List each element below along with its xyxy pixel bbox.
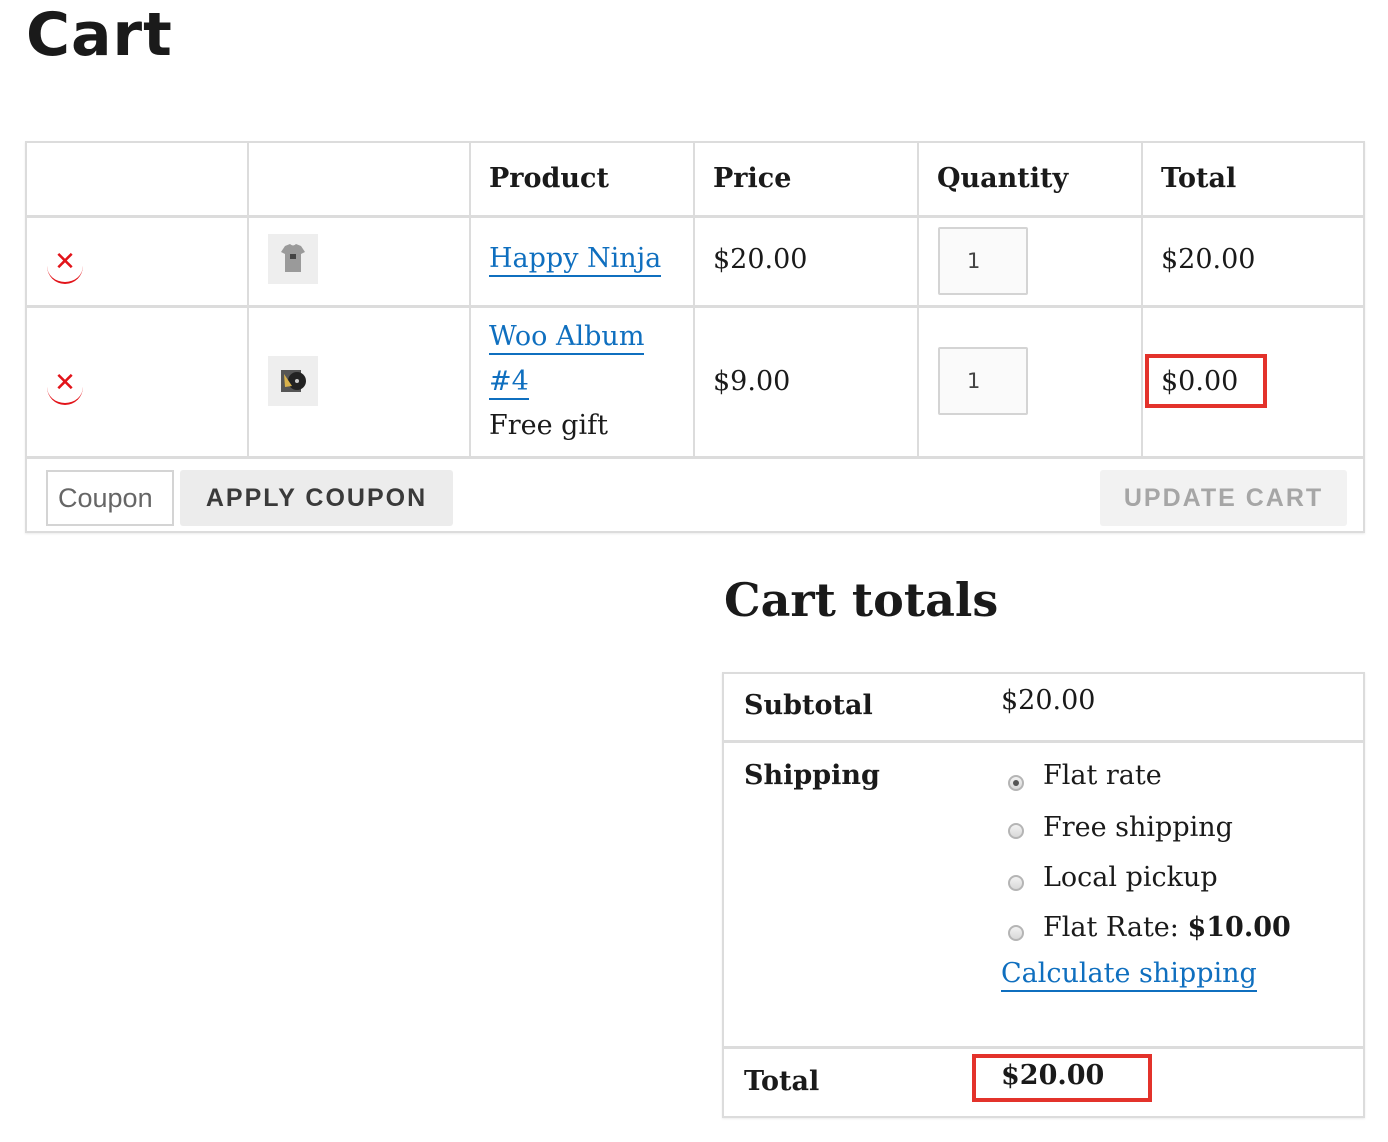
- cart-totals-table: Subtotal $20.00 Shipping Flat rate Free …: [722, 672, 1365, 1118]
- remove-item-close-icon[interactable]: ✕: [47, 248, 83, 284]
- column-divider: [469, 143, 471, 459]
- row-divider: [724, 740, 1363, 743]
- column-divider: [693, 143, 695, 459]
- shipping-option-price: $10.00: [1187, 912, 1291, 943]
- highlight-box: [972, 1054, 1152, 1102]
- page-title: Cart: [26, 0, 173, 70]
- highlight-box: [1145, 354, 1267, 408]
- cart-totals-title: Cart totals: [724, 573, 999, 627]
- shipping-option-name: Flat Rate:: [1043, 912, 1179, 943]
- remove-item-close-icon[interactable]: ✕: [47, 369, 83, 405]
- price-value: $9.00: [713, 366, 791, 397]
- shipping-option-label[interactable]: Flat rate: [1043, 760, 1162, 792]
- product-link-woo-album-4[interactable]: Woo Album: [489, 321, 645, 355]
- tshirt-thumbnail[interactable]: [268, 234, 318, 284]
- coupon-input[interactable]: Coupon: [46, 470, 174, 526]
- free-gift-note: Free gift: [489, 410, 608, 441]
- column-divider: [247, 143, 249, 459]
- total-label: Total: [744, 1066, 820, 1097]
- column-divider: [1141, 143, 1143, 459]
- row-divider: [27, 215, 1363, 218]
- subtotal-value: $20.00: [1001, 685, 1096, 716]
- shipping-option-label[interactable]: Free shipping: [1043, 812, 1233, 844]
- shipping-option-label[interactable]: Flat Rate: $10.00: [1043, 912, 1291, 944]
- column-divider: [917, 143, 919, 459]
- shipping-label: Shipping: [744, 760, 880, 791]
- subtotal-label: Subtotal: [744, 690, 873, 721]
- shipping-option-label[interactable]: Local pickup: [1043, 862, 1218, 894]
- row-divider: [27, 456, 1363, 459]
- album-thumbnail[interactable]: [268, 356, 318, 406]
- tshirt-icon: [281, 244, 305, 272]
- shipping-radio-local-pickup[interactable]: [1008, 875, 1024, 891]
- shipping-radio-free-shipping[interactable]: [1008, 823, 1024, 839]
- product-link-happy-ninja[interactable]: Happy Ninja: [489, 243, 662, 277]
- product-link-woo-album-4-line2[interactable]: #4: [489, 366, 529, 400]
- row-divider: [27, 305, 1363, 308]
- apply-coupon-button[interactable]: APPLY COUPON: [180, 470, 453, 526]
- shipping-radio-flat-rate[interactable]: [1008, 775, 1024, 791]
- row-divider: [724, 1046, 1363, 1049]
- quantity-input[interactable]: 1: [938, 347, 1028, 415]
- header-price: Price: [713, 163, 792, 194]
- price-value: $20.00: [713, 244, 808, 275]
- quantity-input[interactable]: 1: [938, 227, 1028, 295]
- shipping-radio-flat-rate-10[interactable]: [1008, 925, 1024, 941]
- header-product: Product: [489, 163, 609, 194]
- header-total: Total: [1161, 163, 1237, 194]
- update-cart-button[interactable]: UPDATE CART: [1100, 470, 1347, 526]
- line-total-value: $20.00: [1161, 244, 1256, 275]
- album-icon: [281, 370, 306, 392]
- cart-table: Product Price Quantity Total ✕ Happy Nin…: [25, 141, 1365, 533]
- header-quantity: Quantity: [937, 163, 1069, 194]
- calculate-shipping-link[interactable]: Calculate shipping: [1001, 958, 1257, 992]
